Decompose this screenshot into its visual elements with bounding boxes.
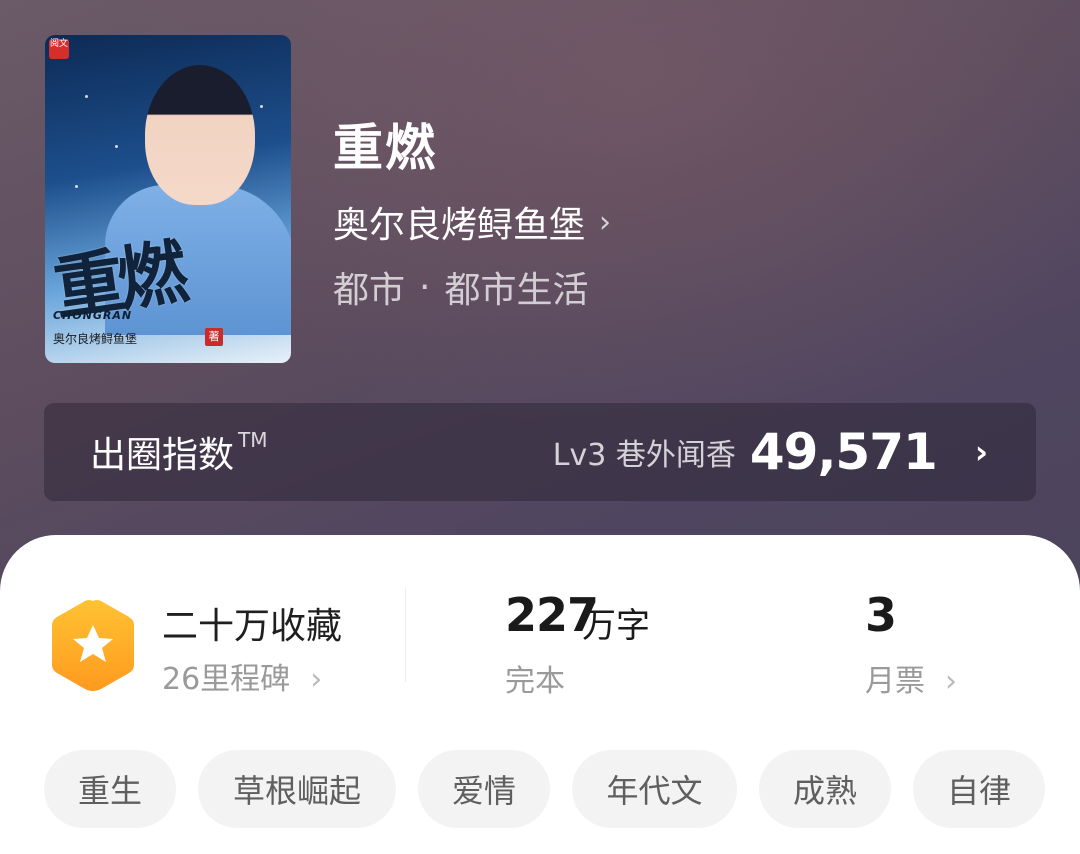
publisher-badge: 阅文 (49, 39, 69, 59)
tag-chip[interactable]: 成熟 (759, 750, 891, 828)
completion-status: 完本 (505, 664, 565, 699)
popularity-index-label: 出圈指数 (90, 435, 235, 476)
word-count-unit: 万字 (582, 606, 650, 646)
milestones-link[interactable]: 26里程碑 › (162, 654, 322, 698)
author-name: 奥尔良烤鲟鱼堡 (333, 205, 586, 246)
genre-sub: 都市生活 (444, 270, 589, 311)
cover-star (75, 185, 78, 188)
cover-star (85, 95, 88, 98)
cover-star (115, 145, 118, 148)
chevron-right-icon: › (945, 664, 957, 699)
author-link[interactable]: 奥尔良烤鲟鱼堡 › (333, 196, 611, 248)
cover-author-mark: 著 (205, 328, 223, 346)
stats-divider (405, 588, 406, 682)
chevron-right-icon: › (310, 662, 323, 697)
genre-row: 都市 · 都市生活 (333, 261, 588, 313)
popularity-level: Lv3 巷外闻香 (552, 438, 736, 473)
chevron-right-icon: › (974, 433, 988, 471)
cover-figure-face (145, 65, 255, 205)
cover-author: 奥尔良烤鲟鱼堡 (53, 332, 138, 346)
monthly-tickets-link[interactable]: 月票 › (865, 656, 957, 700)
monthly-tickets-label: 月票 (865, 664, 925, 699)
tag-chip[interactable]: 自律 (913, 750, 1045, 828)
chevron-right-icon: › (599, 204, 612, 240)
milestones-label: 26里程碑 (162, 662, 291, 697)
trademark-mark: TM (238, 428, 268, 452)
cover-star (260, 105, 263, 108)
star-hexagon-icon (52, 600, 134, 691)
genre-separator: · (419, 266, 431, 308)
book-title: 重燃 (333, 119, 437, 177)
popularity-score: 49,571 (749, 423, 938, 481)
tag-chip[interactable]: 爱情 (418, 750, 550, 828)
monthly-tickets-count: 3 (865, 588, 898, 642)
tag-chip[interactable]: 年代文 (572, 750, 737, 828)
popularity-index-bar[interactable]: 出圈指数 TM Lv3 巷外闻香 49,571 › (44, 403, 1036, 501)
genre-main: 都市 (333, 270, 406, 311)
tag-chip[interactable]: 重生 (44, 750, 176, 828)
tag-chip[interactable]: 草根崛起 (198, 750, 396, 828)
favorites-title: 二十万收藏 (162, 606, 343, 647)
book-cover[interactable]: 阅文 重燃 CHONGRAN 奥尔良烤鲟鱼堡 著 (45, 35, 291, 363)
cover-pinyin: CHONGRAN (53, 309, 133, 322)
